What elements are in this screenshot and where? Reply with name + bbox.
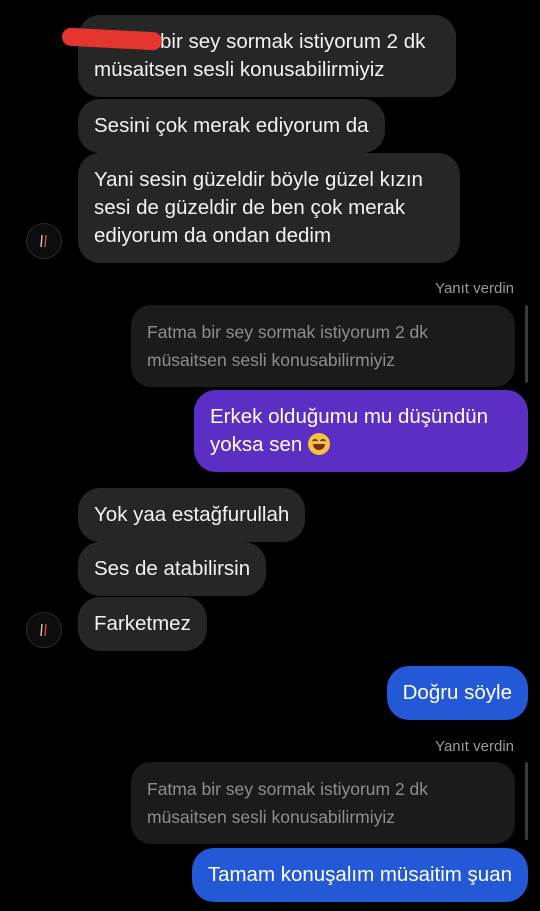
contact-avatar[interactable]: [26, 223, 62, 259]
message-incoming-6[interactable]: Farketmez: [78, 597, 207, 651]
quoted-message[interactable]: Fatma bir sey sormak istiyorum 2 dk müsa…: [131, 305, 515, 387]
message-outgoing-3[interactable]: Tamam konuşalım müsaitim şuan: [191, 848, 528, 902]
redaction-mark: [61, 27, 163, 51]
message-text: Tamam konuşalım müsaitim şuan: [207, 863, 512, 886]
message-text: Yok yaa estağfurullah: [94, 503, 290, 526]
laughing-emoji-icon: [308, 433, 331, 455]
message-text: Ses de atabilirsin: [94, 557, 251, 580]
message-incoming-5[interactable]: Ses de atabilirsin: [78, 542, 267, 596]
message-incoming-2[interactable]: Sesini çok merak ediyorum da: [78, 99, 385, 153]
contact-avatar[interactable]: [26, 612, 62, 648]
message-outgoing-2[interactable]: Doğru söyle: [386, 666, 528, 720]
avatar-icon: [40, 234, 47, 248]
reply-label: Yanıt verdin: [435, 738, 514, 755]
quoted-text: Fatma bir sey sormak istiyorum 2 dk müsa…: [147, 779, 429, 827]
avatar-icon: [40, 623, 47, 637]
message-outgoing-1[interactable]: Erkek olduğumu mu düşündün yoksa sen: [194, 390, 528, 472]
quoted-message[interactable]: Fatma bir sey sormak istiyorum 2 dk müsa…: [131, 762, 515, 844]
reply-indicator-bar: [525, 305, 528, 383]
quoted-text: Fatma bir sey sormak istiyorum 2 dk müsa…: [147, 322, 429, 370]
reply-indicator-bar: [525, 762, 528, 840]
message-text: Erkek olduğumu mu düşündün yoksa sen: [210, 405, 489, 456]
message-text: Sesini çok merak ediyorum da: [94, 114, 369, 137]
message-text: Yani sesin güzeldir böyle güzel kızın se…: [94, 168, 423, 247]
message-text: Farketmez: [94, 612, 191, 635]
message-incoming-4[interactable]: Yok yaa estağfurullah: [78, 488, 306, 542]
reply-label: Yanıt verdin: [435, 280, 514, 297]
message-text: Doğru söyle: [402, 681, 512, 704]
message-incoming-3[interactable]: Yani sesin güzeldir böyle güzel kızın se…: [78, 153, 460, 263]
message-incoming-1[interactable]: bir sey sormak istiyorum 2 dk müsaitsen …: [78, 15, 456, 97]
